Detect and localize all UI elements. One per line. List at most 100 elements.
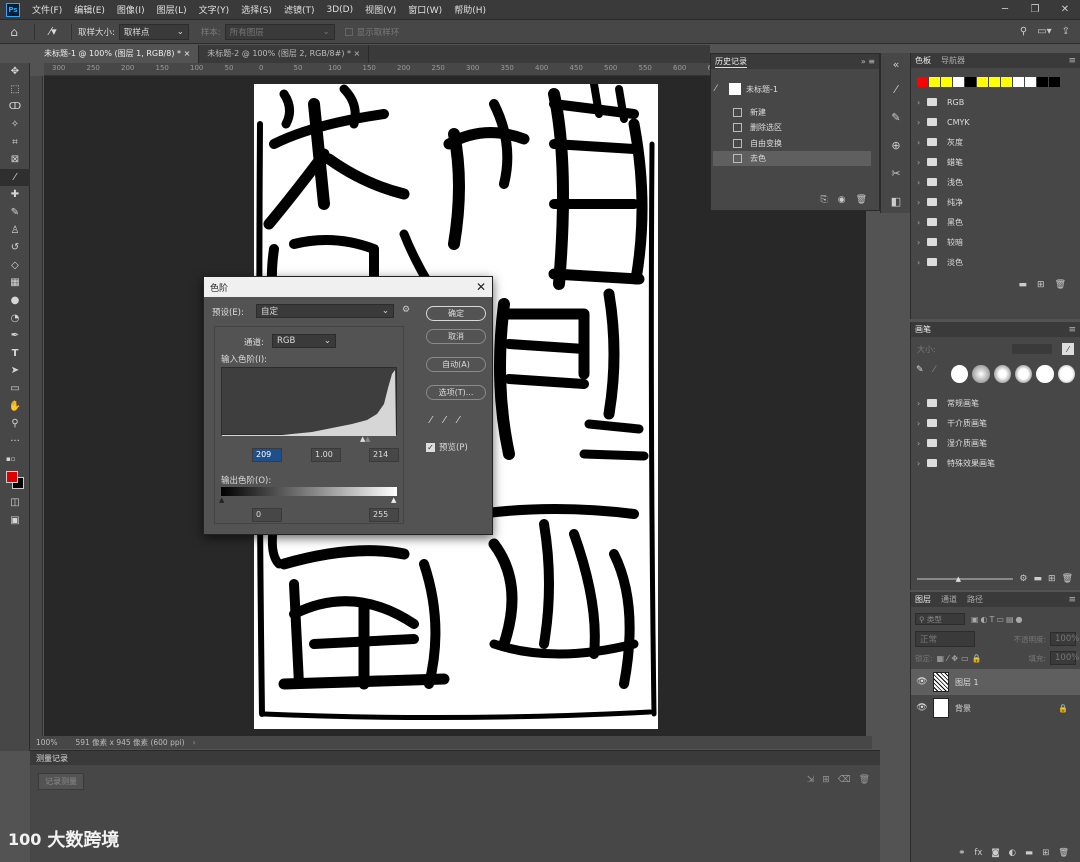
healing-brush-icon[interactable]: ✚ <box>0 186 30 204</box>
marquee-tool-icon[interactable]: ⬚ <box>0 81 30 99</box>
preset-options-gear-icon[interactable]: ⚙ <box>402 305 410 315</box>
chevron-right-icon[interactable]: › <box>917 258 927 267</box>
menu-window[interactable]: 窗口(W) <box>402 3 448 16</box>
hard-round-brush-icon[interactable] <box>1036 365 1054 383</box>
minimize-icon[interactable]: ─ <box>990 4 1020 15</box>
color-swatch[interactable] <box>1001 77 1012 87</box>
chevron-right-icon[interactable]: › <box>917 158 927 167</box>
path-selection-icon[interactable]: ➤ <box>0 362 30 380</box>
tools-preset-icon[interactable]: ✂ <box>881 159 911 187</box>
sample-dropdown[interactable]: 所有图层 ⌄ <box>224 23 335 40</box>
swatch-group-folder[interactable]: › 灰度 <box>911 132 1080 152</box>
history-brush-source-icon[interactable]: ⁄ <box>715 84 717 94</box>
tab-channels[interactable]: 通道 <box>941 594 957 605</box>
brush-group-folder[interactable]: › 常规画笔 <box>911 393 1080 413</box>
screen-mode-icon[interactable]: ▣ <box>0 511 30 529</box>
magic-wand-tool-icon[interactable]: ✧ <box>0 116 30 134</box>
hard-round-brush-icon[interactable] <box>950 365 969 383</box>
blur-tool-icon[interactable]: ● <box>0 292 30 310</box>
options-button[interactable]: 选项(T)... <box>426 385 486 400</box>
sample-size-dropdown[interactable]: 取样点 ⌄ <box>118 23 189 40</box>
new-group-icon[interactable]: ▬ <box>1019 280 1028 290</box>
panel-title[interactable]: 历史记录 <box>715 56 747 68</box>
fill-input[interactable]: 100% <box>1050 651 1079 665</box>
trash-icon[interactable]: 🗑 <box>859 775 870 785</box>
color-swatch[interactable] <box>929 77 940 87</box>
panel-title[interactable]: 测量记录 <box>36 753 68 764</box>
share-icon[interactable]: ⇪ <box>1062 26 1070 37</box>
white-point-eyedropper-icon[interactable]: ⁄ <box>457 415 459 426</box>
history-snapshot[interactable]: ⁄ 未标题-1 <box>713 79 873 99</box>
brush-preview-slider[interactable]: ▲ <box>917 575 1014 583</box>
rectangle-tool-icon[interactable]: ▭ <box>0 380 30 398</box>
close-icon[interactable]: × <box>354 49 361 58</box>
new-layer-icon[interactable]: ⊞ <box>1042 848 1049 858</box>
record-measurements-button[interactable]: 记录测量 <box>38 773 84 790</box>
brush-preset-icon[interactable]: ✎ <box>916 365 929 383</box>
link-layers-icon[interactable]: ⚭ <box>958 848 965 858</box>
soft-round-brush-icon[interactable] <box>1057 365 1076 383</box>
opacity-input[interactable]: 100% <box>1050 632 1079 646</box>
swatch-group-folder[interactable]: › 纯净 <box>911 192 1080 212</box>
swatch-group-folder[interactable]: › 淡色 <box>911 252 1080 272</box>
brush-tool-icon[interactable]: ✎ <box>0 204 30 222</box>
workspace-icon[interactable]: ▭▾ <box>1037 26 1051 37</box>
output-black-field[interactable]: 0 <box>252 508 282 522</box>
pen-tool-icon[interactable]: ✒ <box>0 327 30 345</box>
auto-button[interactable]: 自动(A) <box>426 357 486 372</box>
chevron-right-icon[interactable]: › <box>917 419 927 428</box>
soft-round-brush-icon[interactable] <box>972 365 990 383</box>
swatch-group-folder[interactable]: › 蜡笔 <box>911 152 1080 172</box>
color-swatch[interactable] <box>1049 77 1060 87</box>
trash-icon[interactable]: 🗑 <box>856 195 867 205</box>
tab-document-1[interactable]: 未标题-1 @ 100% (图层 1, RGB/8) * × <box>36 45 200 63</box>
preset-dropdown[interactable]: 自定 ⌄ <box>256 304 394 318</box>
panel-menu-icon[interactable]: ≡ <box>1068 595 1076 605</box>
menu-edit[interactable]: 编辑(E) <box>68 3 111 16</box>
chevron-right-icon[interactable]: › <box>917 439 927 448</box>
menu-view[interactable]: 视图(V) <box>359 3 402 16</box>
visibility-eye-icon[interactable]: 👁 <box>911 703 933 713</box>
tab-navigator[interactable]: 导航器 <box>941 55 965 66</box>
layer-row[interactable]: 👁 背景 🔒 <box>911 695 1080 721</box>
move-tool-icon[interactable]: ✥ <box>0 63 30 81</box>
layer-filter-dropdown[interactable]: ⚲ 类型 <box>915 613 965 625</box>
restore-icon[interactable]: ❐ <box>1020 4 1050 15</box>
input-gamma-field[interactable]: 1.00 <box>311 448 341 462</box>
delete-icon[interactable]: ⌫ <box>838 775 851 785</box>
status-menu-arrow-icon[interactable]: › <box>193 738 196 747</box>
soft-round-brush-icon[interactable] <box>1015 365 1033 383</box>
brush-panel-icon[interactable]: ✎ <box>881 103 911 131</box>
quick-mask-icon[interactable]: ◫ <box>0 494 30 512</box>
clone-stamp-icon[interactable]: ♙ <box>0 221 30 239</box>
black-point-eyedropper-icon[interactable]: ⁄ <box>430 415 432 426</box>
show-ring-checkbox[interactable] <box>344 27 353 36</box>
history-panel-icon[interactable]: ⁄ <box>881 75 911 103</box>
brush-group-folder[interactable]: › 湿介质画笔 <box>911 433 1080 453</box>
soft-round-brush-icon[interactable] <box>993 365 1011 383</box>
chevron-right-icon[interactable]: › <box>917 218 927 227</box>
color-swatch[interactable] <box>1013 77 1024 87</box>
ok-button[interactable]: 确定 <box>426 306 486 321</box>
brush-group-folder[interactable]: › 干介质画笔 <box>911 413 1080 433</box>
eyedropper-tool-icon[interactable]: ⁄▾ <box>41 25 65 38</box>
menu-filter[interactable]: 滤镜(T) <box>278 3 321 16</box>
menu-3d[interactable]: 3D(D) <box>320 5 359 15</box>
tab-brushes[interactable]: 画笔 <box>915 324 931 335</box>
input-white-field[interactable]: 214 <box>369 448 399 462</box>
new-group-icon[interactable]: ▬ <box>1025 848 1033 858</box>
output-white-slider-handle[interactable]: ▲ <box>391 496 396 504</box>
chevron-right-icon[interactable]: › <box>917 138 927 147</box>
adjustments-icon[interactable]: ⊕ <box>881 131 911 159</box>
filter-icons[interactable]: ▣◐T▭▤● <box>971 615 1025 624</box>
menu-layer[interactable]: 图层(L) <box>151 3 193 16</box>
default-colors-icon[interactable]: ▪▫ <box>0 450 30 468</box>
brush-options-icon[interactable]: ⚙ <box>1019 574 1027 584</box>
crop-tool-icon[interactable]: ⌗ <box>0 133 30 151</box>
chevron-right-icon[interactable]: › <box>917 459 927 468</box>
visibility-eye-icon[interactable]: 👁 <box>911 677 933 687</box>
select-all-icon[interactable]: ⊞ <box>822 775 830 785</box>
chevron-right-icon[interactable]: › <box>917 198 927 207</box>
input-black-field[interactable]: 209 <box>252 448 282 462</box>
home-icon[interactable]: ⌂ <box>0 25 28 39</box>
